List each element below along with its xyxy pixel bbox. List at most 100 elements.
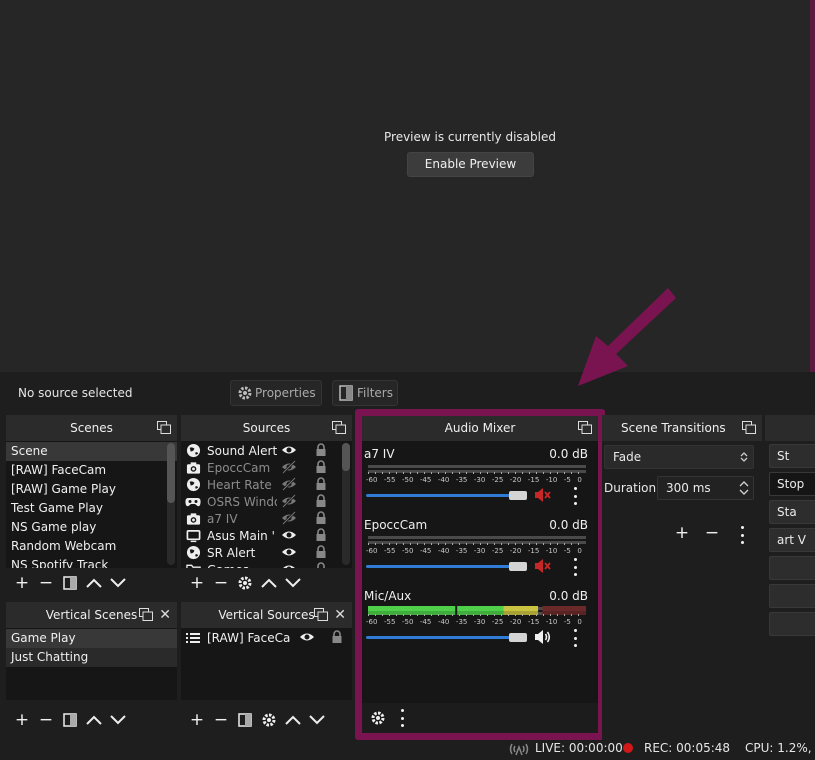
eye-off-icon[interactable] [281,460,297,477]
source-item[interactable]: Sound Alert [181,442,352,459]
source-name: OSRS Windo [207,494,277,509]
source-properties-button[interactable] [235,573,255,593]
add-scene-button[interactable]: + [12,710,32,730]
controls-dock: St Stop Sta art V [765,415,815,740]
transition-menu-kebab[interactable] [739,526,745,544]
scroll-thumb[interactable] [342,443,350,471]
eye-icon[interactable] [281,443,297,460]
remove-source-button[interactable]: − [211,710,231,730]
scene-item[interactable]: NS Game play [6,518,177,537]
remove-scene-button[interactable]: − [36,710,56,730]
duration-spinbox[interactable]: 300 ms [657,476,754,500]
lock-icon[interactable] [315,528,327,545]
filters-button[interactable]: Filters [332,380,398,406]
undock-icon[interactable] [314,608,328,621]
source-item[interactable]: Asus Main ' [181,527,352,544]
eye-icon[interactable] [281,562,297,568]
controls-button[interactable]: art V [769,528,815,552]
source-item[interactable]: SR Alert [181,544,352,561]
source-item[interactable]: Games [181,561,352,568]
source-properties-button[interactable] [259,710,279,730]
add-transition-button[interactable]: + [672,523,692,543]
sources-scrollbar[interactable] [342,443,350,565]
gear-icon [238,386,252,400]
no-source-selected-label: No source selected [18,386,133,400]
remove-transition-button[interactable]: − [702,523,722,543]
lock-icon[interactable] [315,545,327,562]
close-icon[interactable]: ✕ [334,607,346,623]
lock-icon[interactable] [315,511,327,528]
window-edge [810,0,815,372]
move-up-button[interactable] [259,573,279,593]
eye-icon[interactable] [299,630,315,644]
eye-off-icon[interactable] [281,511,297,528]
vertical-scene-item[interactable]: Just Chatting [6,648,177,667]
scene-filters-button[interactable] [60,710,80,730]
source-name: Sound Alert [207,443,277,458]
lock-icon[interactable] [315,562,327,568]
lock-icon[interactable] [315,443,327,460]
camera-icon [185,511,201,527]
add-scene-button[interactable]: + [12,573,32,593]
source-item[interactable]: EpoccCam [181,459,352,476]
enable-preview-button[interactable]: Enable Preview [407,152,534,177]
move-down-button[interactable] [307,710,327,730]
monitor-icon [185,528,201,544]
vertical-scene-item[interactable]: Game Play [6,629,177,648]
controls-button[interactable] [769,556,815,580]
source-item[interactable]: Heart Rate [181,476,352,493]
lock-icon[interactable] [315,477,327,494]
scenes-scrollbar[interactable] [167,443,175,565]
properties-button[interactable]: Properties [230,380,322,406]
undock-icon[interactable] [332,421,346,434]
vertical-scenes-title: Vertical Scenes [45,608,138,622]
lock-icon[interactable] [315,494,327,511]
move-down-button[interactable] [108,710,128,730]
vertical-source-name: [RAW] FaceCa [207,630,291,645]
vertical-source-item[interactable]: [RAW] FaceCa [181,629,352,646]
sources-list: Sound Alert EpoccCam Heart Rate OSRS Windo a… [181,441,352,568]
eye-off-icon[interactable] [281,477,297,494]
add-source-button[interactable]: + [187,710,207,730]
source-filters-button[interactable] [235,710,255,730]
controls-button[interactable]: Stop [769,472,815,496]
scene-item[interactable]: Test Game Play [6,499,177,518]
remove-source-button[interactable]: − [211,573,231,593]
scene-item[interactable]: Scene [6,442,177,461]
scenes-title: Scenes [70,421,113,435]
controls-button[interactable] [769,584,815,608]
move-up-button[interactable] [84,710,104,730]
add-source-button[interactable]: + [187,573,207,593]
scene-item[interactable]: [RAW] Game Play [6,480,177,499]
transition-select[interactable]: Fade [604,445,754,469]
eye-off-icon[interactable] [281,494,297,511]
filters-icon [63,576,77,590]
undock-icon[interactable] [157,421,171,434]
source-name: Games [207,563,277,569]
scroll-thumb[interactable] [167,443,175,503]
controls-button[interactable] [769,612,815,636]
move-down-button[interactable] [108,573,128,593]
controls-button[interactable]: Sta [769,500,815,524]
close-icon[interactable]: ✕ [159,607,171,623]
move-down-button[interactable] [283,573,303,593]
scene-item[interactable]: NS Spotify Track [6,556,177,568]
undock-icon[interactable] [139,608,153,621]
eye-icon[interactable] [281,528,297,545]
source-item[interactable]: OSRS Windo [181,493,352,510]
move-up-button[interactable] [283,710,303,730]
move-up-button[interactable] [84,573,104,593]
lock-icon[interactable] [331,630,343,644]
source-item[interactable]: a7 IV [181,510,352,527]
scene-item[interactable]: [RAW] FaceCam [6,461,177,480]
undock-icon[interactable] [742,421,756,434]
chevron-up-icon [86,715,102,725]
controls-button[interactable]: St [769,444,815,468]
lock-icon[interactable] [315,460,327,477]
scene-transitions-title: Scene Transitions [621,421,726,435]
remove-scene-button[interactable]: − [36,573,56,593]
eye-icon[interactable] [281,545,297,562]
scene-filters-button[interactable] [60,573,80,593]
scene-item[interactable]: Random Webcam [6,537,177,556]
source-name: SR Alert [207,545,256,560]
